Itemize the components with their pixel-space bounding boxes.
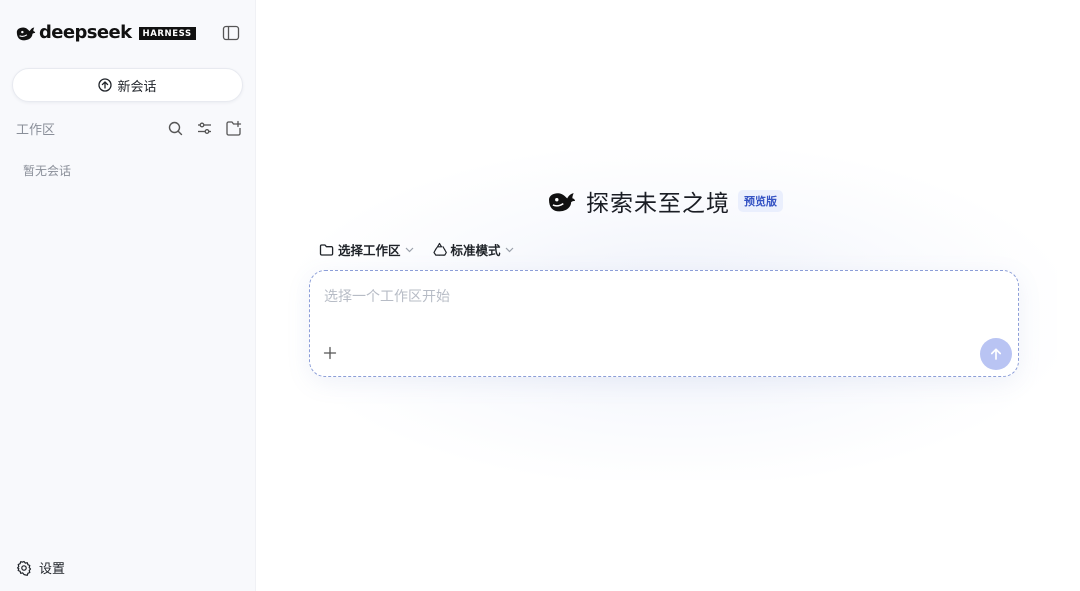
sidebar-toggle-icon [222, 25, 240, 41]
settings-label: 设置 [39, 562, 66, 577]
chevron-down-icon [505, 247, 513, 252]
brand-logo[interactable]: deepseek HARNESS [15, 22, 196, 44]
sidebar: deepseek HARNESS 新会话 工作区 暂无会话 设置 [0, 0, 256, 591]
whale-logo-icon [549, 193, 575, 212]
new-chat-label: 新会话 [117, 79, 157, 95]
folder-icon [319, 243, 334, 256]
brand-badge: HARNESS [138, 26, 196, 40]
preview-badge: 预览版 [738, 190, 783, 212]
workspace-header: 工作区 [16, 118, 242, 138]
new-folder-button[interactable] [225, 120, 242, 137]
attach-button[interactable] [322, 345, 338, 361]
hero-heading: 探索未至之境 预览版 [546, 184, 783, 218]
empty-sessions-text: 暂无会话 [23, 164, 72, 178]
filter-button[interactable] [196, 120, 213, 137]
chevron-down-icon [405, 247, 413, 252]
main-area: 探索未至之境 预览版 选择工作区 标准模式 选择一个工作区开始 [257, 0, 1080, 591]
plus-icon [323, 346, 337, 360]
message-composer[interactable]: 选择一个工作区开始 [309, 270, 1019, 377]
sidebar-toggle-button[interactable] [222, 25, 240, 41]
hero-title: 探索未至之境 [586, 191, 730, 217]
new-chat-button[interactable]: 新会话 [12, 68, 243, 102]
mode-cycle-icon [432, 242, 447, 256]
gear-icon [16, 560, 32, 576]
brand-wordmark: deepseek [39, 22, 132, 43]
arrow-up-icon [990, 348, 1002, 360]
search-icon [168, 121, 183, 135]
workspace-label: 工作区 [16, 122, 56, 138]
workspace-select[interactable]: 选择工作区 [319, 240, 414, 259]
composer-toolbar: 选择工作区 标准模式 [319, 240, 514, 259]
mode-select-label: 标准模式 [450, 243, 501, 258]
whale-logo-icon [16, 27, 36, 41]
filter-sliders-icon [198, 122, 211, 134]
mode-select[interactable]: 标准模式 [432, 240, 514, 259]
new-chat-icon [98, 78, 113, 92]
settings-button[interactable]: 设置 [16, 558, 65, 577]
folder-plus-icon [226, 120, 242, 136]
search-button[interactable] [167, 120, 184, 137]
send-button[interactable] [980, 338, 1012, 370]
composer-placeholder[interactable]: 选择一个工作区开始 [324, 286, 450, 306]
workspace-select-label: 选择工作区 [338, 243, 401, 258]
